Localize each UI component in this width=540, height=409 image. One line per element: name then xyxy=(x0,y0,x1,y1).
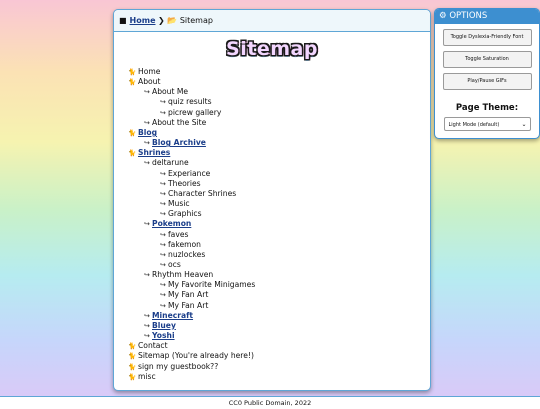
bullet-icon: 🐈 xyxy=(128,342,137,351)
return-arrow-icon: ↪ xyxy=(144,88,150,97)
tree-item-bluey: ↪ Bluey xyxy=(128,321,255,331)
return-arrow-icon: ↪ xyxy=(144,321,150,330)
tree-item-blog-archive: ↪ Blog Archive xyxy=(128,138,255,148)
tree-item-experiance: ↪ Experiance xyxy=(160,168,211,178)
home-icon: ■ xyxy=(119,16,127,25)
return-arrow-icon: ↪ xyxy=(160,250,166,259)
tree-item-character-shrines: ↪ Character Shrines xyxy=(160,188,237,198)
return-arrow-icon: ↪ xyxy=(160,210,166,219)
return-arrow-icon: ↪ xyxy=(160,98,166,107)
sitemap-tree: 🐈 Home 🐈 About ↪ About Me ↪ quiz results ↪ pi… xyxy=(128,67,255,382)
tree-item-theories: ↪ Theories xyxy=(160,178,201,188)
tree-item-sitemap: 🐈 Sitemap (You're already here!) xyxy=(128,351,254,361)
tree-item-ocs: ↪ ocs xyxy=(160,259,181,269)
return-arrow-icon: ↪ xyxy=(160,301,166,310)
bullet-icon: 🐈 xyxy=(128,149,137,158)
return-arrow-icon: ↪ xyxy=(160,260,166,269)
options-header: ⚙ OPTIONS xyxy=(435,9,539,24)
breadcrumb-current: Sitemap xyxy=(179,16,213,25)
tree-item-deltarune: ↪ deltarune xyxy=(144,158,189,168)
tree-item-yoshi: ↪ Yoshi xyxy=(128,331,255,341)
tree-item-about: 🐈 About xyxy=(128,77,161,87)
tree-item-quiz-results: ↪ quiz results xyxy=(160,97,212,107)
tree-item-guestbook: 🐈 sign my guestbook?? xyxy=(128,361,219,371)
tree-item-graphics: ↪ Graphics xyxy=(160,209,202,219)
bullet-icon: 🐈 xyxy=(128,68,137,76)
footer: CC0 Public Domain, 2022 xyxy=(0,396,540,409)
sitemap-panel: ■ Home ❯ 📂 Sitemap Sitemap 🐈 Home 🐈 About … xyxy=(113,9,431,391)
folder-icon: 📂 xyxy=(167,16,178,25)
pokemon-link[interactable]: Pokemon xyxy=(152,219,191,228)
tree-item-fan-art-1: ↪ My Fan Art xyxy=(160,290,209,300)
theme-label: Page Theme: xyxy=(455,103,519,113)
tree-item-about-site: ↪ About the Site xyxy=(144,117,207,127)
return-arrow-icon: ↪ xyxy=(160,189,166,198)
return-arrow-icon: ↪ xyxy=(144,118,150,127)
bullet-icon: 🐈 xyxy=(128,78,137,87)
bullet-icon: 🐈 xyxy=(128,372,137,381)
breadcrumb-separator-icon: ❯ xyxy=(158,16,168,25)
tree-item-rhythm-heaven: ↪ Rhythm Heaven xyxy=(144,270,214,280)
return-arrow-icon: ↪ xyxy=(144,159,150,168)
return-arrow-icon: ↪ xyxy=(144,311,150,320)
return-arrow-icon: ↪ xyxy=(160,108,166,117)
shrines-link[interactable]: Shrines xyxy=(138,148,170,157)
gears-icon: ⚙ xyxy=(439,11,447,21)
tree-item-blog: 🐈 Blog xyxy=(128,128,255,138)
bullet-icon: 🐈 xyxy=(128,352,137,361)
minecraft-link[interactable]: Minecraft xyxy=(152,311,193,320)
bullet-icon: 🐈 xyxy=(128,128,137,137)
tree-item-misc: 🐈 misc xyxy=(128,371,156,381)
tree-item-about-me: ↪ About Me xyxy=(144,87,189,97)
tree-item-contact: 🐈 Contact xyxy=(128,341,168,351)
dyslexia-font-button[interactable]: Toggle Dyslexia-Friendly Font xyxy=(442,29,532,46)
return-arrow-icon: ↪ xyxy=(144,220,150,229)
return-arrow-icon: ↪ xyxy=(160,200,166,209)
breadcrumb: ■ Home ❯ 📂 Sitemap xyxy=(114,10,430,32)
tree-item-faves: ↪ faves xyxy=(160,229,189,239)
tree-item-fakemon: ↪ fakemon xyxy=(160,239,201,249)
tree-item-minecraft: ↪ Minecraft xyxy=(128,311,255,321)
return-arrow-icon: ↪ xyxy=(160,179,166,188)
return-arrow-icon: ↪ xyxy=(160,291,166,300)
page-title: Sitemap xyxy=(226,38,318,60)
tree-item-fan-art-2: ↪ My Fan Art xyxy=(160,300,209,310)
gif-toggle-button[interactable]: Play/Pause GIFs xyxy=(442,73,532,90)
tree-item-nuzlockes: ↪ nuzlockes xyxy=(160,249,206,259)
blog-archive-link[interactable]: Blog Archive xyxy=(152,138,206,147)
return-arrow-icon: ↪ xyxy=(144,271,150,280)
return-arrow-icon: ↪ xyxy=(160,230,166,239)
blog-link[interactable]: Blog xyxy=(138,128,157,137)
tree-item-picrew-gallery: ↪ picrew gallery xyxy=(160,107,222,117)
saturation-button[interactable]: Toggle Saturation xyxy=(442,51,532,68)
tree-item-home: 🐈 Home xyxy=(128,67,161,76)
return-arrow-icon: ↪ xyxy=(160,240,166,249)
return-arrow-icon: ↪ xyxy=(160,281,166,290)
return-arrow-icon: ↪ xyxy=(144,332,150,341)
chevron-down-icon: ⌄ xyxy=(521,121,527,128)
return-arrow-icon: ↪ xyxy=(160,169,166,178)
tree-item-pokemon: ↪ Pokemon xyxy=(128,219,255,229)
return-arrow-icon: ↪ xyxy=(144,139,150,148)
bullet-icon: 🐈 xyxy=(128,362,137,371)
tree-item-fav-minigames: ↪ My Favorite Minigames xyxy=(160,280,256,290)
theme-select[interactable]: Light Mode (default) ⌄ xyxy=(443,117,531,131)
breadcrumb-home-link[interactable]: Home xyxy=(130,16,156,25)
tree-item-music: ↪ Music xyxy=(160,199,190,209)
tree-item-shrines: 🐈 Shrines xyxy=(128,148,255,158)
options-panel: ⚙ OPTIONS Toggle Dyslexia-Friendly Font … xyxy=(434,8,540,139)
yoshi-link[interactable]: Yoshi xyxy=(152,331,175,340)
bluey-link[interactable]: Bluey xyxy=(152,321,176,330)
